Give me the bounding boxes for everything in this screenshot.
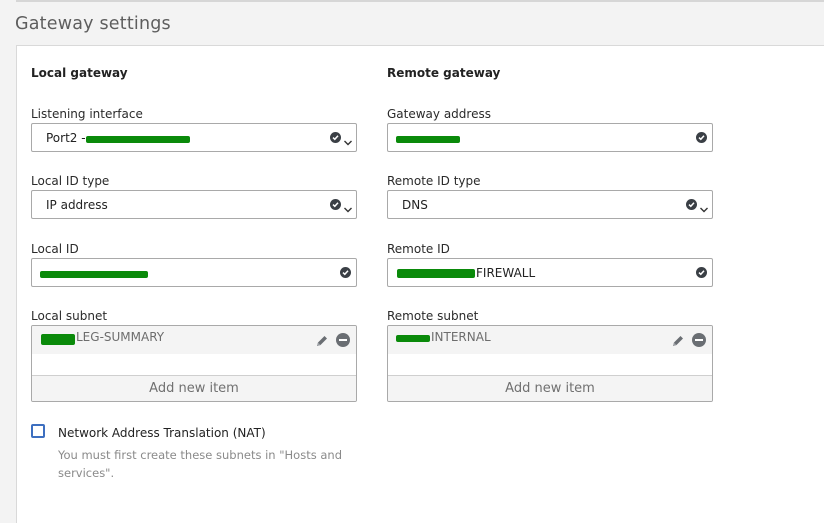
list-item[interactable]: LEG-SUMMARY — [32, 326, 356, 354]
local-subnet-label: Local subnet — [31, 309, 108, 323]
local-id-type-select[interactable]: IP address — [31, 190, 357, 219]
local-subnet-item-label: LEG-SUMMARY — [76, 330, 165, 344]
local-gateway-heading: Local gateway — [31, 66, 128, 80]
gateway-address-label: Gateway address — [387, 107, 491, 121]
remove-circle-icon[interactable] — [692, 333, 706, 347]
chevron-down-icon — [343, 133, 353, 146]
remote-subnet-label: Remote subnet — [387, 309, 479, 323]
redaction-mark — [397, 269, 475, 278]
remote-id-type-value: DNS — [402, 198, 428, 212]
check-circle-icon — [330, 199, 341, 210]
check-circle-icon — [686, 199, 697, 210]
remote-subnet-list: INTERNAL Add new item — [387, 325, 713, 402]
nat-checkbox[interactable] — [31, 424, 45, 438]
pencil-icon[interactable] — [315, 333, 329, 347]
nat-help-text: You must first create these subnets in "… — [58, 448, 343, 480]
remote-id-label: Remote ID — [387, 242, 450, 256]
listening-interface-value: Port2 - — [46, 131, 86, 145]
local-id-type-label: Local ID type — [31, 174, 110, 188]
add-new-item-button[interactable]: Add new item — [32, 375, 356, 401]
local-id-label: Local ID — [31, 242, 79, 256]
check-circle-icon — [696, 267, 707, 278]
redaction-mark — [41, 334, 75, 345]
check-circle-icon — [340, 267, 351, 278]
redaction-mark — [86, 136, 190, 143]
check-circle-icon — [696, 132, 707, 143]
remote-gateway-heading: Remote gateway — [387, 66, 501, 80]
local-id-type-value: IP address — [46, 198, 108, 212]
redaction-mark — [396, 136, 460, 143]
remote-subnet-item-label: INTERNAL — [431, 330, 491, 344]
listening-interface-select[interactable]: Port2 - — [31, 123, 357, 152]
remove-circle-icon[interactable] — [336, 333, 350, 347]
check-circle-icon — [330, 132, 341, 143]
list-item[interactable]: INTERNAL — [388, 326, 712, 354]
remote-id-field[interactable]: FIREWALL — [387, 258, 713, 287]
redaction-mark — [40, 271, 148, 278]
pencil-icon[interactable] — [671, 333, 685, 347]
local-subnet-list: LEG-SUMMARY Add new item — [31, 325, 357, 402]
remote-id-type-label: Remote ID type — [387, 174, 481, 188]
page-title: Gateway settings — [15, 14, 171, 34]
listening-interface-label: Listening interface — [31, 107, 143, 121]
remote-id-type-select[interactable]: DNS — [387, 190, 713, 219]
top-divider — [16, 0, 824, 2]
gateway-address-field[interactable] — [387, 123, 713, 152]
chevron-down-icon — [699, 200, 709, 213]
chevron-down-icon — [343, 200, 353, 213]
redaction-mark — [396, 335, 430, 342]
remote-id-value: FIREWALL — [476, 266, 536, 280]
nat-checkbox-label[interactable]: Network Address Translation (NAT) — [58, 426, 266, 440]
local-id-field[interactable] — [31, 258, 357, 287]
add-new-item-button[interactable]: Add new item — [388, 375, 712, 401]
